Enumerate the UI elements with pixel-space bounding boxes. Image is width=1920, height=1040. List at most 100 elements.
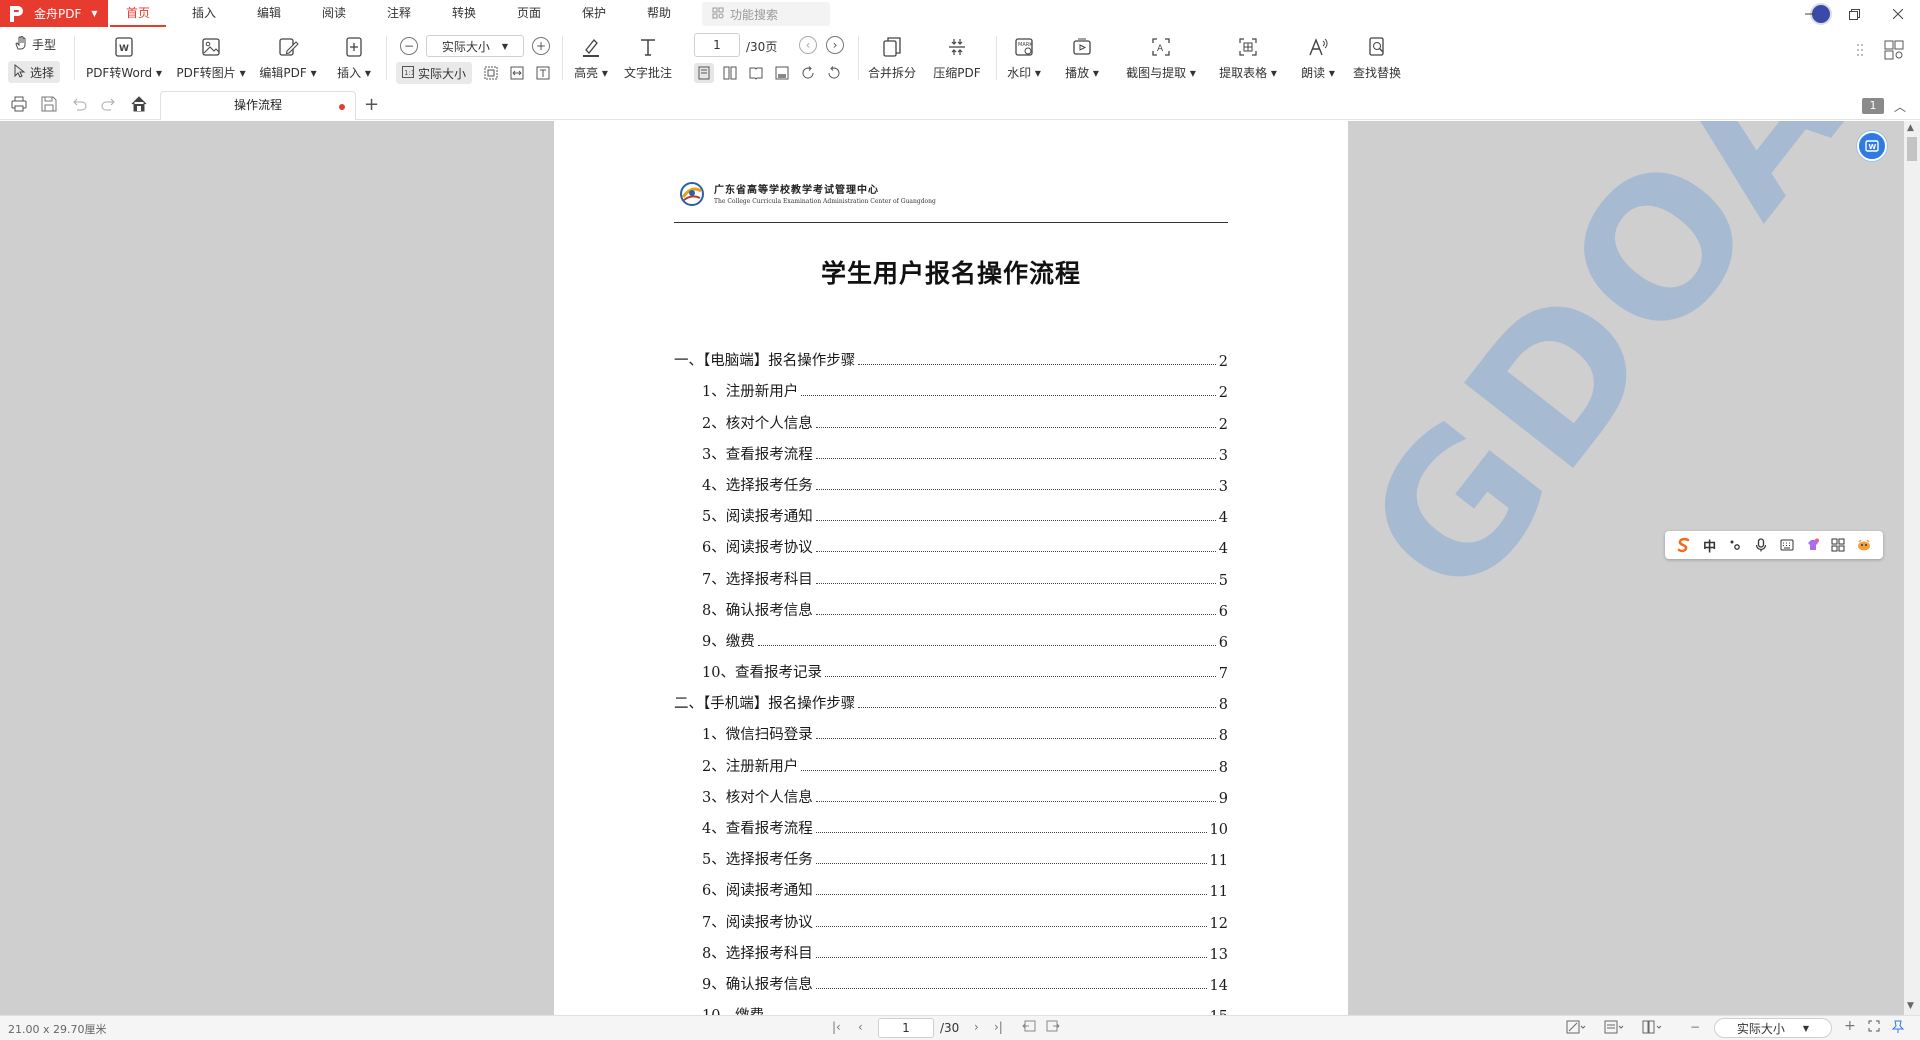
last-page-icon[interactable]: ›| (994, 1020, 1003, 1034)
drag-handle-icon[interactable] (1850, 40, 1870, 60)
menu-tab-protect[interactable]: 保护 (566, 0, 622, 27)
fullscreen-icon[interactable] (1868, 1020, 1880, 1035)
toc-entry[interactable]: 10、查看报考记录 7 (674, 651, 1228, 682)
read-aloud-button[interactable]: 朗读 ▾ (1298, 32, 1338, 84)
pin-icon[interactable] (1891, 1020, 1905, 1037)
toc-entry[interactable]: 8、选择报考科目 13 (674, 932, 1228, 963)
toc-entry[interactable]: 6、阅读报考通知 11 (674, 869, 1228, 900)
zoom-out-icon[interactable]: − (400, 37, 418, 55)
back-view-icon[interactable] (1022, 1020, 1036, 1035)
pdf-to-word-button[interactable]: W PDF转Word ▾ (84, 32, 164, 84)
forward-view-icon[interactable] (1046, 1020, 1060, 1035)
status-zoom-select[interactable]: 实际大小 ▼ (1714, 1018, 1832, 1038)
double-page-view-icon[interactable] (746, 63, 766, 83)
collapse-ribbon-icon[interactable]: ︿ (1894, 98, 1906, 115)
fit-width-icon[interactable] (507, 63, 527, 83)
toc-entry[interactable]: 9、确认报考信息 14 (674, 963, 1228, 994)
toc-entry[interactable]: 10、缴费15 (674, 994, 1228, 1015)
toc-entry[interactable]: 一、【电脑端】报名操作步骤 2 (674, 339, 1228, 370)
extract-table-button[interactable]: 提取表格 ▾ (1216, 32, 1280, 84)
zoom-in-icon[interactable]: + (1844, 1018, 1856, 1034)
screenshot-extract-button[interactable]: A 截图与提取 ▾ (1124, 32, 1198, 84)
next-page-icon[interactable]: › (974, 1020, 979, 1034)
cover-view-icon[interactable] (772, 63, 792, 83)
microphone-icon[interactable] (1751, 538, 1771, 552)
highlight-button[interactable]: 高亮 ▾ (570, 32, 612, 84)
layout-settings-icon[interactable] (1884, 40, 1904, 60)
rotate-left-icon[interactable] (824, 63, 844, 83)
skin-icon[interactable] (1803, 538, 1823, 552)
undo-icon[interactable] (70, 95, 88, 113)
redo-icon[interactable] (100, 95, 118, 113)
close-button[interactable] (1876, 0, 1920, 28)
previous-page-icon[interactable]: ‹ (799, 36, 817, 54)
next-page-icon[interactable]: › (826, 36, 844, 54)
single-page-view-icon[interactable] (694, 63, 714, 83)
play-button[interactable]: 播放 ▾ (1062, 32, 1102, 84)
ime-mode-label[interactable]: 中 (1700, 536, 1720, 555)
insert-button[interactable]: 插入 ▾ (334, 32, 374, 84)
merge-split-button[interactable]: 合并拆分 (866, 32, 918, 84)
page-layout-icon[interactable] (1604, 1020, 1624, 1037)
punctuation-icon[interactable] (1725, 539, 1745, 551)
app-menu-button[interactable]: 金舟PDF ▼ (0, 0, 108, 27)
save-icon[interactable] (40, 95, 58, 113)
scroll-up-icon[interactable]: ▲ (1907, 123, 1914, 133)
menu-tab-annotate[interactable]: 注释 (371, 0, 427, 27)
continuous-view-icon[interactable] (720, 63, 740, 83)
toc-entry[interactable]: 5、阅读报考通知 4 (674, 495, 1228, 526)
toc-entry[interactable]: 8、确认报考信息 6 (674, 589, 1228, 620)
fit-page-icon[interactable] (481, 63, 501, 83)
zoom-select[interactable]: 实际大小 ▼ (426, 35, 524, 57)
document-tab[interactable]: 操作流程 (160, 91, 356, 120)
previous-page-icon[interactable]: ‹ (858, 1020, 863, 1034)
menu-tab-edit[interactable]: 编辑 (241, 0, 297, 27)
first-page-icon[interactable]: |‹ (832, 1020, 841, 1034)
watermark-button[interactable]: MARK 水印 ▾ (1004, 32, 1044, 84)
toc-entry[interactable]: 7、阅读报考协议 12 (674, 900, 1228, 932)
actual-size-button[interactable]: 1:1 实际大小 (396, 62, 473, 84)
minimize-button[interactable] (1788, 0, 1832, 28)
input-method-toolbar[interactable]: 中 (1665, 531, 1883, 559)
select-tool-button[interactable]: 选择 (8, 61, 61, 83)
hand-tool-button[interactable]: 手型 (8, 33, 62, 55)
menu-tab-read[interactable]: 阅读 (306, 0, 362, 27)
menu-tab-page[interactable]: 页面 (501, 0, 557, 27)
feature-search-box[interactable]: 功能搜索 (702, 2, 830, 26)
toc-entry[interactable]: 1、微信扫码登录 8 (674, 713, 1228, 744)
reading-mode-icon[interactable] (1566, 1020, 1586, 1037)
toc-entry[interactable]: 2、注册新用户 8 (674, 744, 1228, 776)
toc-entry[interactable]: 7、选择报考科目 5 (674, 557, 1228, 589)
toc-entry[interactable]: 1、注册新用户 2 (674, 370, 1228, 401)
home-icon[interactable] (130, 95, 148, 113)
scroll-down-icon[interactable]: ▼ (1907, 1001, 1914, 1011)
toc-entry[interactable]: 3、查看报考流程 3 (674, 433, 1228, 464)
zoom-in-icon[interactable]: + (532, 37, 550, 55)
text-select-icon[interactable] (533, 63, 553, 83)
toc-entry[interactable]: 4、查看报考流程 10 (674, 807, 1228, 838)
page-number-input[interactable]: 1 (694, 33, 740, 57)
menu-tab-help[interactable]: 帮助 (631, 0, 687, 27)
toolbox-grid-icon[interactable] (1828, 538, 1848, 552)
toc-entry[interactable]: 6、阅读报考协议 4 (674, 526, 1228, 557)
rotate-right-icon[interactable] (798, 63, 818, 83)
toc-entry[interactable]: 二、【手机端】报名操作步骤 8 (674, 682, 1228, 713)
find-replace-button[interactable]: 查找替换 (1352, 32, 1402, 84)
edit-pdf-button[interactable]: 编辑PDF ▾ (256, 32, 320, 84)
toc-entry[interactable]: 4、选择报考任务 3 (674, 464, 1228, 495)
compress-pdf-button[interactable]: 压缩PDF (928, 32, 986, 84)
menu-tab-convert[interactable]: 转换 (436, 0, 492, 27)
mascot-icon[interactable] (1854, 538, 1874, 552)
menu-tab-home[interactable]: 首页 (110, 0, 166, 27)
sogou-logo-icon[interactable] (1674, 537, 1694, 553)
two-page-layout-icon[interactable] (1642, 1020, 1662, 1037)
pdf-to-image-button[interactable]: PDF转图片 ▾ (174, 32, 248, 84)
floating-convert-button[interactable]: W (1857, 131, 1887, 161)
menu-tab-insert[interactable]: 插入 (176, 0, 232, 27)
vertical-scrollbar[interactable]: ▲ ▼ (1904, 121, 1920, 1015)
toc-entry[interactable]: 3、核对个人信息 9 (674, 776, 1228, 807)
toc-entry[interactable]: 5、选择报考任务 11 (674, 838, 1228, 869)
keyboard-icon[interactable] (1777, 539, 1797, 551)
toc-entry[interactable]: 9、缴费 6 (674, 620, 1228, 651)
toc-entry[interactable]: 2、核对个人信息 2 (674, 401, 1228, 433)
